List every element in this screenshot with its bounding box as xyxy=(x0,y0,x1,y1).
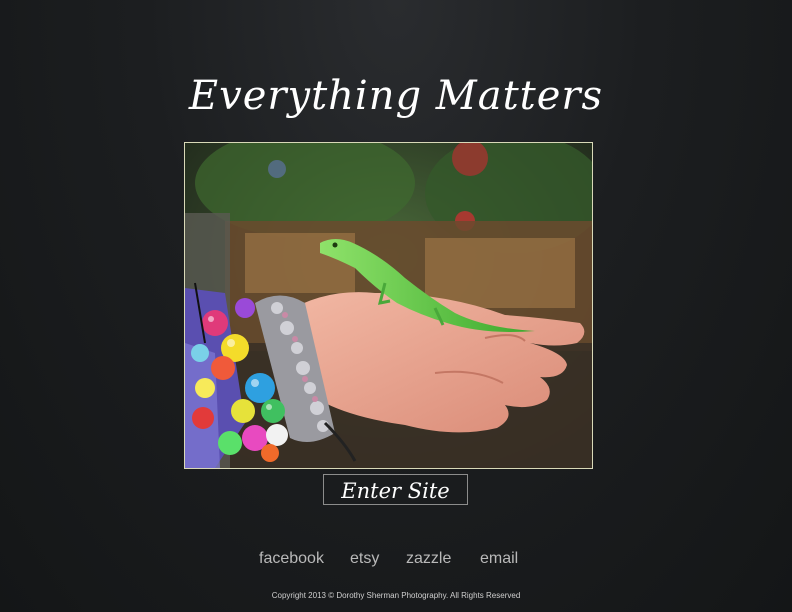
enter-site-button[interactable]: Enter Site xyxy=(323,474,468,505)
etsy-link[interactable]: etsy xyxy=(350,547,379,571)
copyright-text: Copyright 2013 © Dorothy Sherman Photogr… xyxy=(271,591,521,600)
zazzle-link[interactable]: zazzle xyxy=(406,547,451,571)
social-links: facebook etsy zazzle email xyxy=(0,547,792,571)
email-link[interactable]: email xyxy=(480,547,518,571)
facebook-link[interactable]: facebook xyxy=(259,547,324,571)
hero-photo xyxy=(184,142,593,469)
landing-page: Everything Matters Enter Site facebook e… xyxy=(0,0,792,612)
site-title: Everything Matters xyxy=(188,73,604,119)
hero-photo-illustration xyxy=(185,143,592,468)
